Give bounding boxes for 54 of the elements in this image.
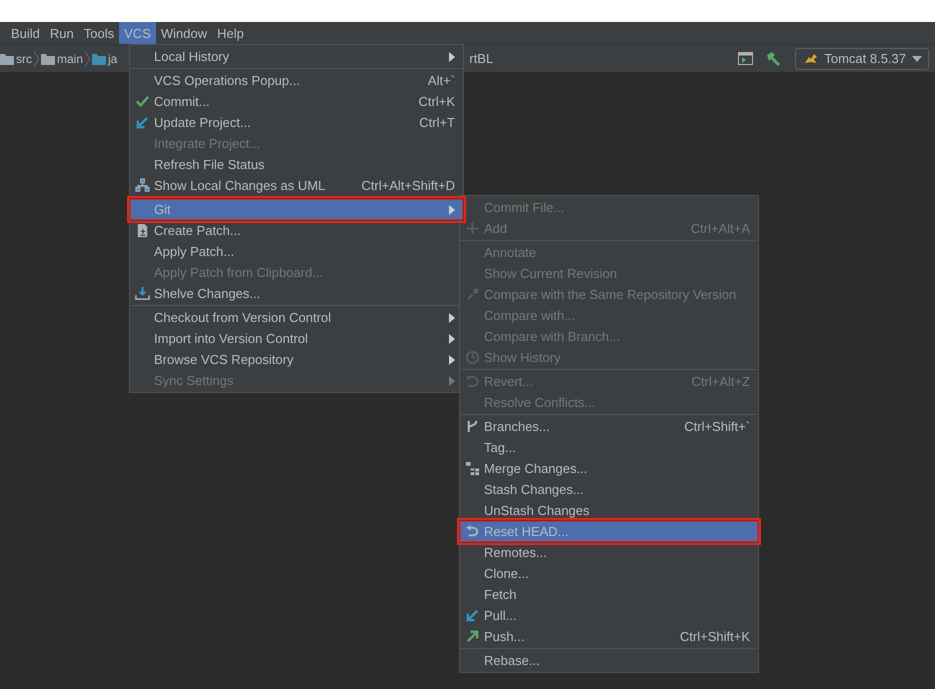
menu-item[interactable]: Apply Patch... — [130, 241, 463, 262]
menu-item[interactable]: Tag... — [460, 437, 758, 458]
menu-item[interactable]: Checkout from Version Control — [130, 307, 463, 328]
folder-icon — [41, 52, 55, 64]
menu-item[interactable]: Update Project... Ctrl+T — [130, 112, 463, 133]
menu-item[interactable]: Remotes... — [460, 542, 758, 563]
chevron-icon — [85, 52, 90, 66]
folder-icon — [0, 52, 14, 64]
run-window-icon[interactable] — [738, 52, 754, 65]
undo-icon — [465, 524, 480, 539]
breadcrumb[interactable]: ja — [108, 52, 118, 66]
menu-title[interactable]: Window — [156, 22, 212, 44]
compare-icon — [465, 287, 480, 302]
menu-item[interactable]: Push... Ctrl+Shift+K — [460, 626, 758, 647]
menu-item[interactable]: Import into Version Control — [130, 328, 463, 349]
caret-icon — [912, 56, 922, 62]
check-icon — [135, 94, 150, 109]
breadcrumb[interactable]: rtBL — [469, 51, 494, 66]
menu-item[interactable]: Shelve Changes... — [130, 283, 463, 304]
merge-icon — [465, 461, 480, 476]
clock-icon — [465, 350, 480, 365]
arrow-down-left-icon — [465, 608, 480, 623]
menu-item[interactable]: Pull... — [460, 605, 758, 626]
menu-item[interactable]: Create Patch... — [130, 220, 463, 241]
menu-title[interactable]: Tools — [78, 22, 120, 44]
undo-icon — [465, 374, 480, 389]
diagram-icon — [135, 178, 150, 193]
menu-item[interactable]: Rebase... — [460, 650, 758, 671]
menu-item[interactable]: Stash Changes... — [460, 479, 758, 500]
menu-title[interactable]: Build — [6, 22, 45, 44]
menu-item[interactable]: Merge Changes... — [460, 458, 758, 479]
branch-icon — [465, 419, 480, 434]
menu-item[interactable]: Refresh File Status — [130, 154, 463, 175]
folder-icon — [92, 52, 106, 64]
patch-file-icon — [135, 223, 150, 238]
menu-title[interactable]: Help — [212, 22, 249, 44]
menu-item[interactable]: Fetch — [460, 584, 758, 605]
plus-icon — [465, 221, 480, 236]
menu-item[interactable]: Browse VCS Repository — [130, 349, 463, 370]
chevron-icon — [34, 52, 39, 66]
run-config-dropdown[interactable]: Tomcat 8.5.37 — [795, 48, 929, 70]
menu-item[interactable]: Show Local Changes as UML Ctrl+Alt+Shift+D — [130, 175, 463, 196]
menu-title[interactable]: Run — [44, 22, 79, 44]
arrow-up-right-icon — [465, 629, 480, 644]
menu-item[interactable]: UnStash Changes — [460, 500, 758, 521]
menu-item[interactable]: Branches... Ctrl+Shift+` — [460, 416, 758, 437]
breadcrumb[interactable]: src — [16, 52, 32, 66]
arrow-down-left-icon — [135, 115, 150, 130]
menu-item[interactable]: Clone... — [460, 563, 758, 584]
menu-item[interactable]: Commit... Ctrl+K — [130, 91, 463, 112]
menu-item[interactable]: VCS Operations Popup... Alt+` — [130, 70, 463, 91]
menu-item[interactable]: Local History — [130, 46, 463, 67]
breadcrumb[interactable]: main — [57, 52, 84, 66]
shelve-icon — [135, 286, 150, 301]
